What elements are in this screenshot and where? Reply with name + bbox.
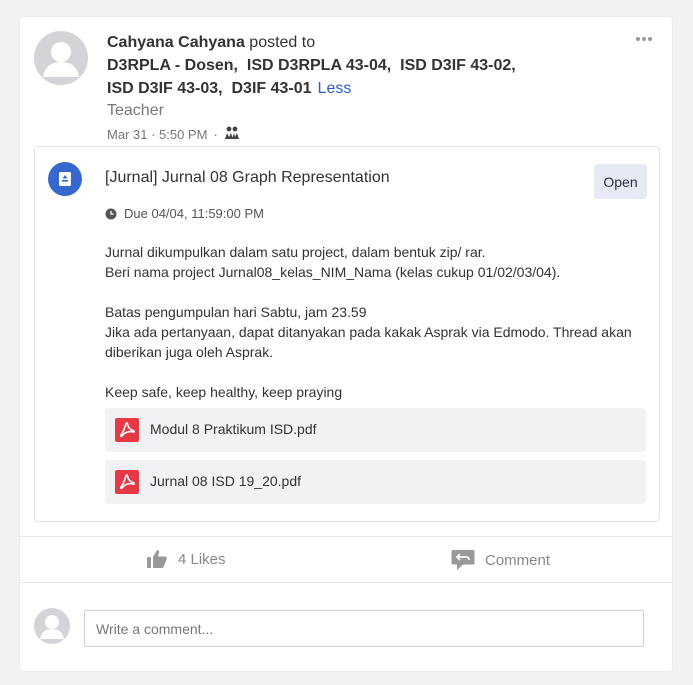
open-button[interactable]: Open <box>594 164 647 199</box>
post-timestamp: Mar 31 · 5:50 PM <box>107 127 208 142</box>
author-avatar[interactable] <box>34 31 88 85</box>
clock-icon <box>105 208 117 219</box>
description-line: Jurnal dikumpulkan dalam satu project, d… <box>105 244 486 260</box>
author-role: Teacher <box>107 102 164 119</box>
comment-button[interactable]: Comment <box>451 549 550 571</box>
post-byline: Cahyana Cahyana posted to <box>107 31 607 54</box>
group-link[interactable]: D3RPLA - Dosen <box>107 57 234 74</box>
post-card: Cahyana Cahyana posted to D3RPLA - Dosen… <box>20 17 672 671</box>
comment-icon <box>451 550 475 570</box>
pdf-icon <box>115 470 139 494</box>
assignment-card: [Jurnal] Jurnal 08 Graph Representation … <box>34 146 660 522</box>
group-link[interactable]: ISD D3RPLA 43-04 <box>247 57 387 74</box>
comment-label: Comment <box>485 551 551 569</box>
group-link[interactable]: D3IF 43-01 <box>232 80 312 97</box>
attachment-item[interactable]: Modul 8 Praktikum ISD.pdf <box>105 408 646 452</box>
description-line: Beri nama project Jurnal08_kelas_NIM_Nam… <box>105 264 561 280</box>
attachment-item[interactable]: Jurnal 08 ISD 19_20.pdf <box>105 460 646 504</box>
post-header: Cahyana Cahyana posted to D3RPLA - Dosen… <box>107 31 607 143</box>
attachment-name: Jurnal 08 ISD 19_20.pdf <box>150 473 301 489</box>
author-name[interactable]: Cahyana Cahyana <box>107 34 245 51</box>
pdf-icon <box>115 418 139 442</box>
less-toggle[interactable]: Less <box>318 80 352 97</box>
meta-separator: · <box>213 127 218 142</box>
group-link[interactable]: ISD D3IF 43-02 <box>400 57 511 74</box>
like-button[interactable]: 4 Likes <box>146 549 226 569</box>
post-actions: 4 Likes Comment <box>20 537 672 582</box>
group-link[interactable]: ISD D3IF 43-03 <box>107 80 218 97</box>
description-line: Jika ada pertanyaan, dapat ditanyakan pa… <box>105 324 632 360</box>
assignment-title[interactable]: [Jurnal] Jurnal 08 Graph Representation <box>105 169 390 187</box>
attachment-name: Modul 8 Praktikum ISD.pdf <box>150 421 317 437</box>
posted-to-label: posted to <box>244 34 316 51</box>
post-meta: Mar 31 · 5:50 PM · <box>107 126 607 143</box>
audience-icon[interactable] <box>224 126 240 143</box>
due-date: Due 04/04, 11:59:00 PM <box>105 206 264 221</box>
assignment-icon <box>48 162 82 196</box>
description-line: Batas pengumpulan hari Sabtu, jam 23.59 <box>105 304 367 320</box>
assignment-description: Jurnal dikumpulkan dalam satu project, d… <box>105 242 635 402</box>
recipient-groups: D3RPLA - Dosen, ISD D3RPLA 43-04, ISD D3… <box>107 57 516 97</box>
description-line: Keep safe, keep healthy, keep praying <box>105 384 343 400</box>
comment-input[interactable] <box>84 610 644 647</box>
due-date-text: Due 04/04, 11:59:00 PM <box>124 206 264 221</box>
divider <box>20 582 672 583</box>
user-avatar <box>34 608 70 644</box>
more-options-icon[interactable] <box>636 37 658 49</box>
thumbs-up-icon <box>147 550 167 568</box>
likes-count: 4 Likes <box>178 550 226 568</box>
